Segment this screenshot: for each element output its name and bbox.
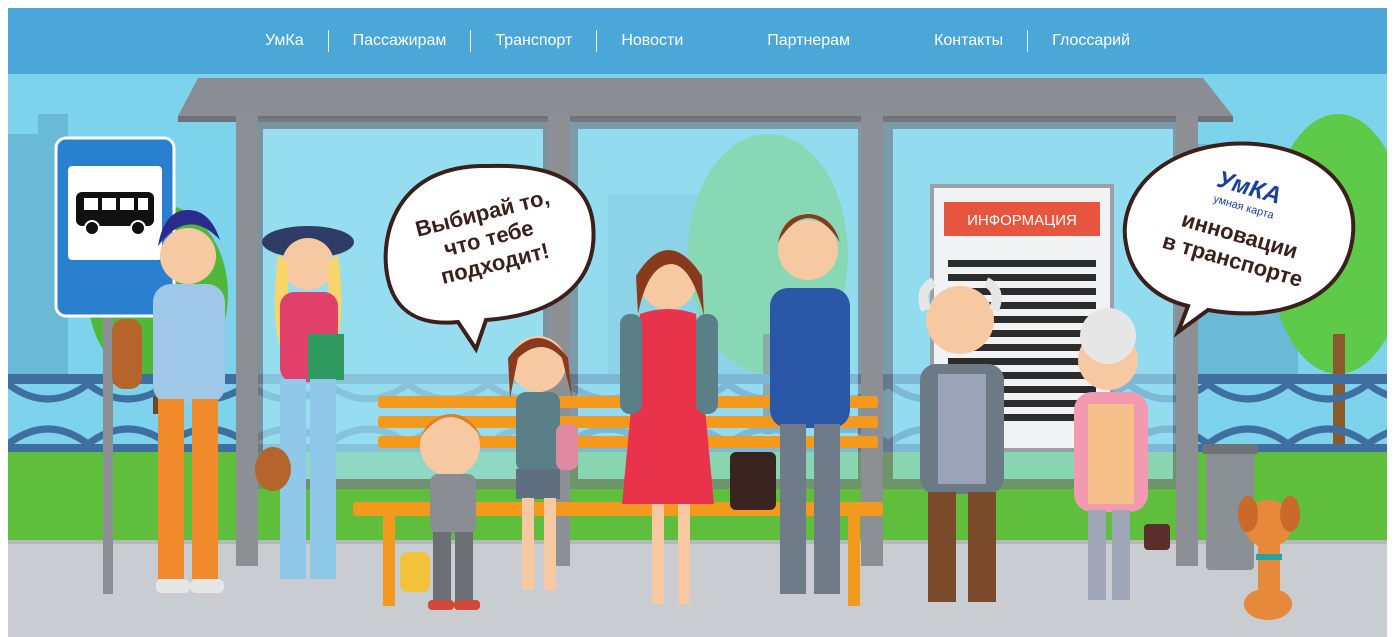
nav-divider [596, 30, 598, 52]
info-sign-label: ИНФОРМАЦИЯ [967, 212, 1077, 229]
nav-item-partners[interactable]: Партнерам [743, 32, 874, 50]
nav-divider [327, 30, 329, 52]
nav-item-glossary[interactable]: Глоссарий [1028, 32, 1154, 50]
nav-item-news[interactable]: Новости [597, 32, 707, 50]
nav-item-contacts[interactable]: Контакты [910, 32, 1027, 50]
page: УмКа Пассажирам Транспорт Новости Партне… [0, 0, 1395, 637]
nav-divider [1027, 30, 1029, 52]
nav-item-transport[interactable]: Транспорт [471, 32, 596, 50]
nav-divider [470, 30, 472, 52]
nav-item-umka[interactable]: УмКа [241, 32, 328, 50]
nav-item-passengers[interactable]: Пассажирам [329, 32, 471, 50]
bus-stop-illustration: ИНФОРМАЦИЯ Выбирай то, что тебе подходит… [8, 74, 1387, 637]
top-navigation: УмКа Пассажирам Транспорт Новости Партне… [8, 8, 1387, 74]
